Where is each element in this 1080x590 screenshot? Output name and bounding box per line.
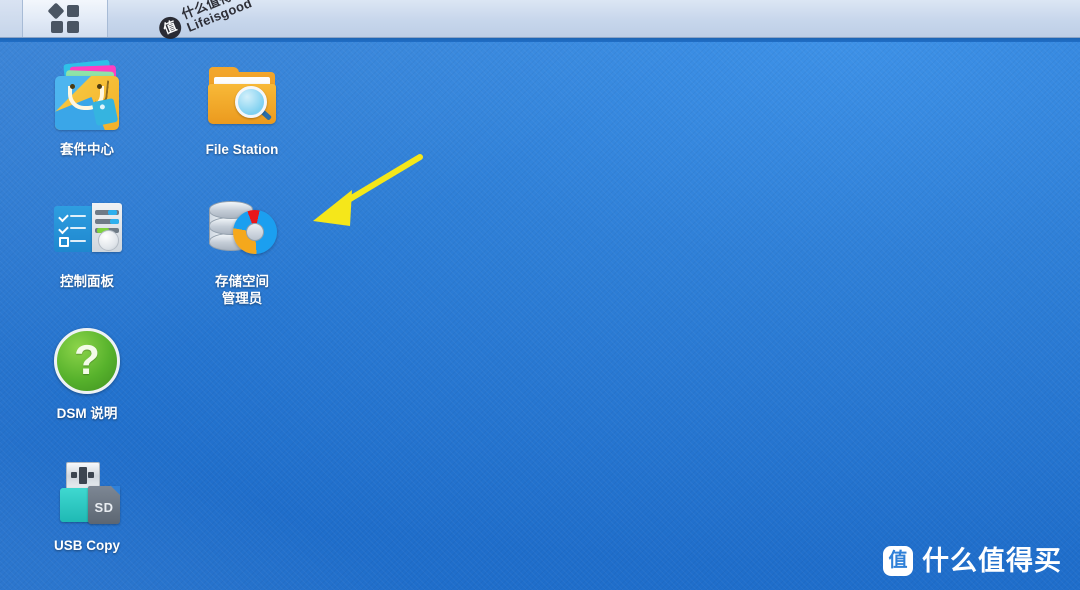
desktop-icon-label: USB Copy (53, 538, 120, 553)
desktop-icon-file-station[interactable]: File Station (177, 60, 307, 158)
sd-card-label: SD (94, 499, 114, 515)
app-grid-icon (47, 2, 80, 34)
shopping-bag-icon (50, 59, 124, 134)
desktop-icon-storage-manager[interactable]: 存储空间 管理员 (177, 192, 307, 307)
watermark-bottom: 值 什么值得买 (883, 546, 1062, 576)
desktop-icon-label: 套件中心 (60, 142, 114, 157)
desktop-icon-label: 控制面板 (60, 274, 114, 289)
desktop-icon-package-center[interactable]: 套件中心 (22, 59, 152, 158)
desktop-icon-label: DSM 说明 (56, 406, 118, 421)
desktop-icon-label: File Station (205, 142, 279, 157)
desktop-icon-label: 存储空间 管理员 (215, 274, 269, 306)
usb-sd-card-icon: SD (50, 456, 124, 530)
folder-search-icon (205, 60, 279, 134)
main-menu-button[interactable] (23, 0, 108, 37)
control-panel-icon (50, 192, 124, 266)
question-mark-glyph: ? (74, 335, 100, 383)
taskbar-empty-area[interactable] (108, 0, 1080, 37)
desktop-screen: 套件中心 File Station 控制面板 存储空间 管理员 ? DSM 说明… (0, 0, 1080, 590)
desktop-icon-control-panel[interactable]: 控制面板 (22, 192, 152, 290)
watermark-bottom-text: 什么值得买 (922, 546, 1062, 576)
watermark-bottom-badge: 值 (883, 546, 913, 576)
desktop-icon-grid: 套件中心 File Station 控制面板 存储空间 管理员 ? DSM 说明… (0, 0, 1080, 590)
taskbar-left-edge (0, 0, 23, 37)
desktop-icon-usb-copy[interactable]: SD USB Copy (22, 456, 152, 554)
question-mark-icon: ? (50, 324, 124, 398)
desktop-icon-dsm-help[interactable]: ? DSM 说明 (22, 324, 152, 422)
disk-donut-chart-icon (205, 192, 279, 266)
